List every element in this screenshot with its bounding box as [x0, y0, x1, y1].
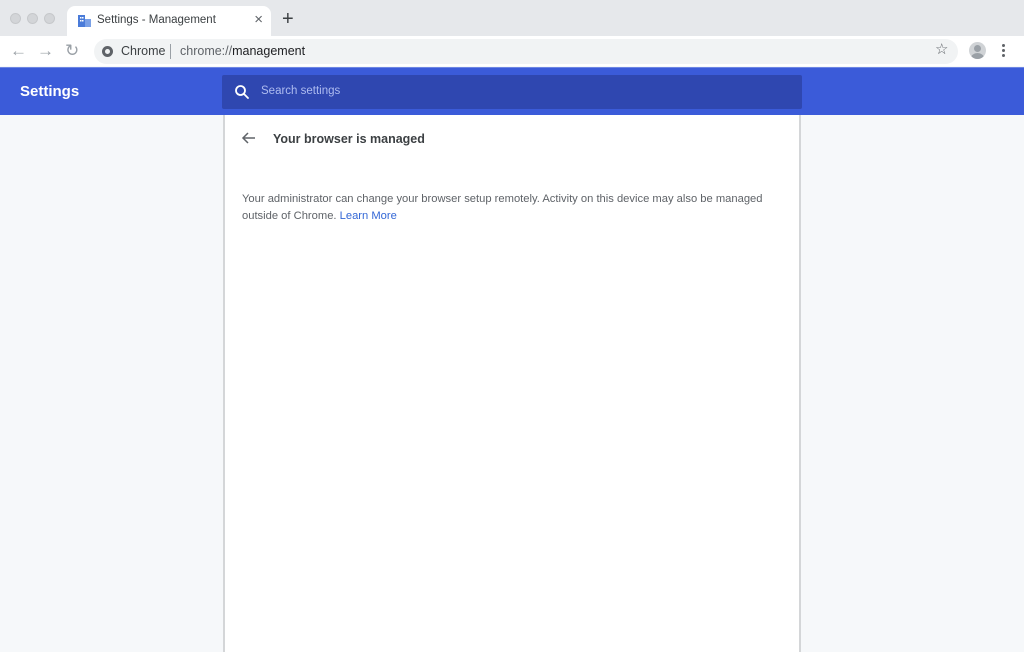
address-bar[interactable]: Chrome chrome://management — [94, 39, 958, 64]
tab-title: Settings - Management — [97, 14, 216, 26]
close-icon[interactable]: × — [254, 12, 263, 28]
omnibox-chip-label: Chrome — [121, 44, 166, 58]
search-placeholder: Search settings — [261, 85, 341, 97]
omnibox-divider — [170, 44, 171, 59]
description-text: Your administrator can change your brows… — [242, 193, 763, 222]
back-arrow-icon[interactable] — [241, 130, 257, 146]
url-text[interactable]: chrome://management — [180, 44, 305, 58]
back-arrow-icon[interactable]: ← — [10, 41, 27, 61]
reload-icon[interactable]: ↻ — [65, 41, 79, 61]
window-maximize-button[interactable] — [44, 13, 55, 24]
profile-avatar[interactable] — [969, 42, 986, 59]
person-icon — [974, 45, 981, 52]
learn-more-link[interactable]: Learn More — [340, 210, 397, 222]
search-icon — [235, 85, 249, 99]
management-card: Your browser is managed Your administrat… — [223, 115, 801, 652]
forward-arrow-icon[interactable]: → — [37, 41, 54, 61]
tab-settings-management[interactable]: Settings - Management × — [67, 6, 271, 36]
settings-title: Settings — [20, 83, 80, 100]
url-scheme: chrome:// — [180, 44, 233, 58]
bookmark-star-icon[interactable]: ☆ — [935, 42, 948, 58]
browser-toolbar: ← → ↻ Chrome chrome://management ☆ — [0, 36, 1024, 66]
new-tab-button[interactable]: + — [282, 9, 294, 29]
management-description: Your administrator can change your brows… — [242, 191, 782, 225]
tab-strip: Settings - Management × + — [0, 0, 1024, 36]
window-minimize-button[interactable] — [27, 13, 38, 24]
building-icon — [78, 15, 91, 27]
url-host: management — [232, 44, 306, 58]
settings-header: Settings Search settings — [0, 67, 1024, 115]
window-close-button[interactable] — [10, 13, 21, 24]
person-icon-body — [971, 53, 984, 59]
page-title: Your browser is managed — [273, 132, 425, 146]
more-vert-icon[interactable] — [1002, 44, 1005, 59]
chrome-logo-icon — [102, 46, 113, 57]
search-settings-input[interactable]: Search settings — [222, 75, 802, 109]
